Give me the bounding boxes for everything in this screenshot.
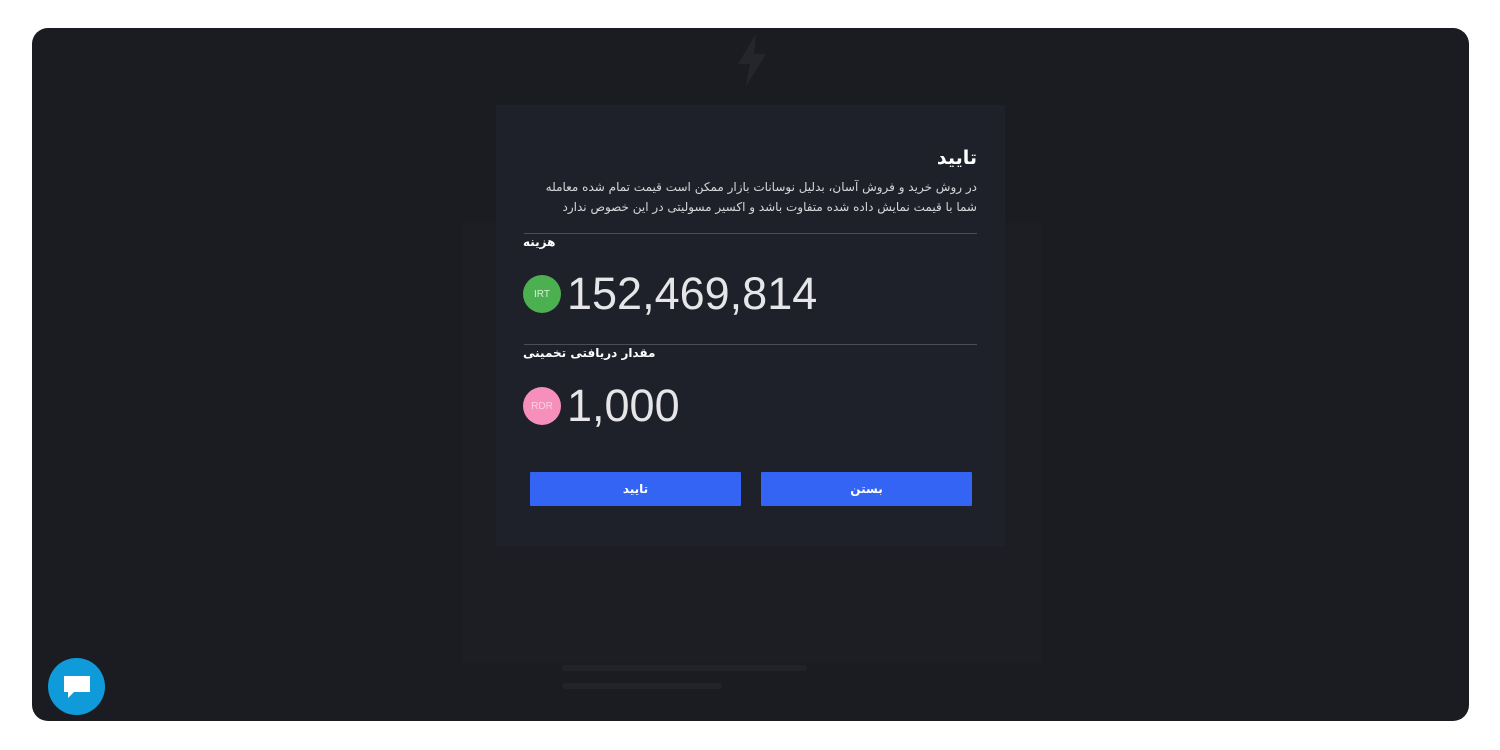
rdr-coin-icon: RDR: [523, 387, 561, 425]
confirm-button[interactable]: تایید: [530, 472, 741, 506]
estimated-receive-amount-row: RDR 1,000: [523, 380, 680, 431]
lightning-icon: [738, 34, 766, 86]
modal-description: در روش خرید و فروش آسان، بدلیل نوسانات ب…: [545, 180, 977, 214]
chat-support-button[interactable]: [48, 658, 105, 715]
app-screen: تایید در روش خرید و فروش آسان، بدلیل نوس…: [32, 28, 1469, 721]
close-button[interactable]: بستن: [761, 472, 972, 506]
background-line: [562, 665, 807, 671]
receive-currency-code: RDR: [531, 400, 553, 412]
cost-amount: 152,469,814: [567, 268, 818, 319]
cost-label: هزینه: [523, 235, 556, 249]
divider: [524, 344, 977, 345]
estimated-receive-label: مقدار دریافتی تخمینی: [523, 346, 656, 360]
chat-bubble-icon: [63, 675, 90, 698]
cost-currency-code: IRT: [534, 288, 550, 300]
modal-title: تایید: [936, 147, 977, 169]
cost-amount-row: IRT 152,469,814: [523, 268, 818, 319]
irt-coin-icon: IRT: [523, 275, 561, 313]
divider: [524, 233, 977, 234]
background-line: [562, 683, 722, 689]
estimated-receive-amount: 1,000: [567, 380, 680, 431]
confirm-modal: تایید در روش خرید و فروش آسان، بدلیل نوس…: [496, 105, 1005, 546]
